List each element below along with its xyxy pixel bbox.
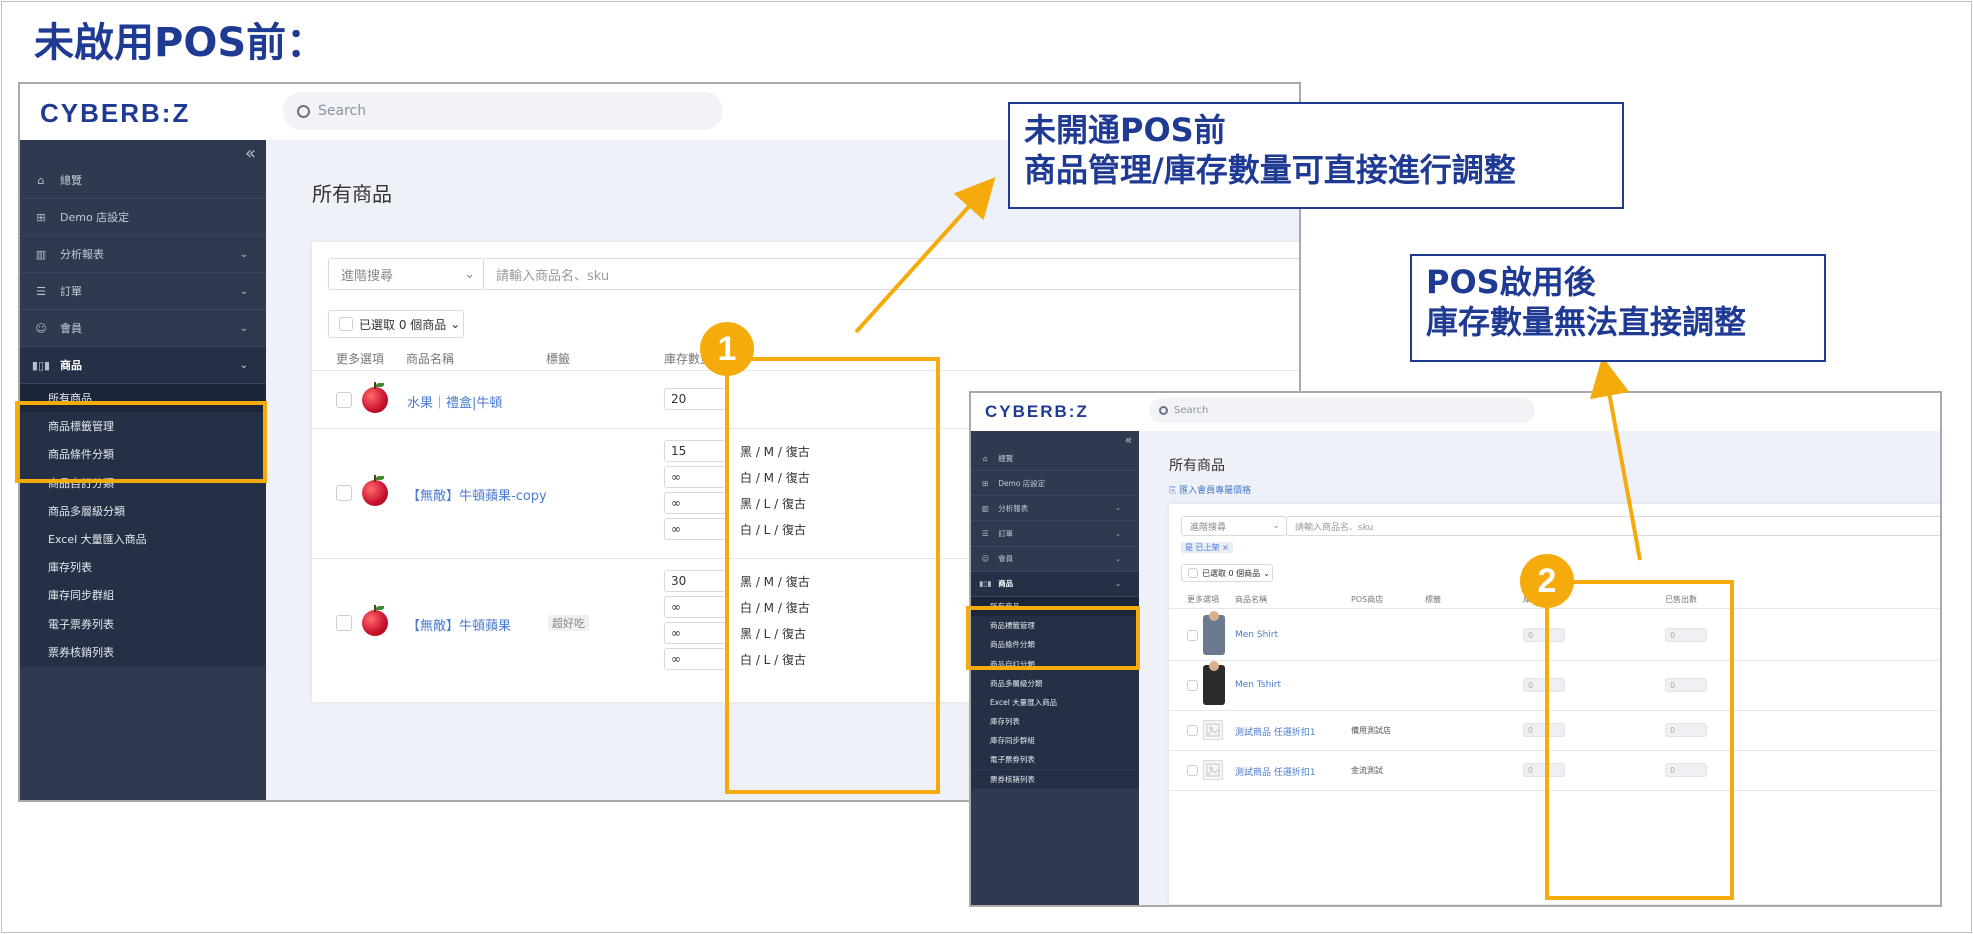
callout-before-line2: 商品管理/庫存數量可直接進行調整	[1024, 151, 1516, 189]
callout-before: 未開通POS前 商品管理/庫存數量可直接進行調整	[1008, 102, 1624, 209]
callout-after-line1: POS啟用後	[1426, 263, 1596, 301]
callout-before-line1: 未開通POS前	[1024, 111, 1226, 149]
callout-after: POS啟用後 庫存數量無法直接調整	[1410, 254, 1826, 362]
arrow-to-callout-before	[854, 177, 996, 334]
arrow-to-callout-after	[1589, 356, 1642, 561]
callout-arrows	[854, 177, 1642, 561]
callout-after-line2: 庫存數量無法直接調整	[1426, 303, 1747, 341]
